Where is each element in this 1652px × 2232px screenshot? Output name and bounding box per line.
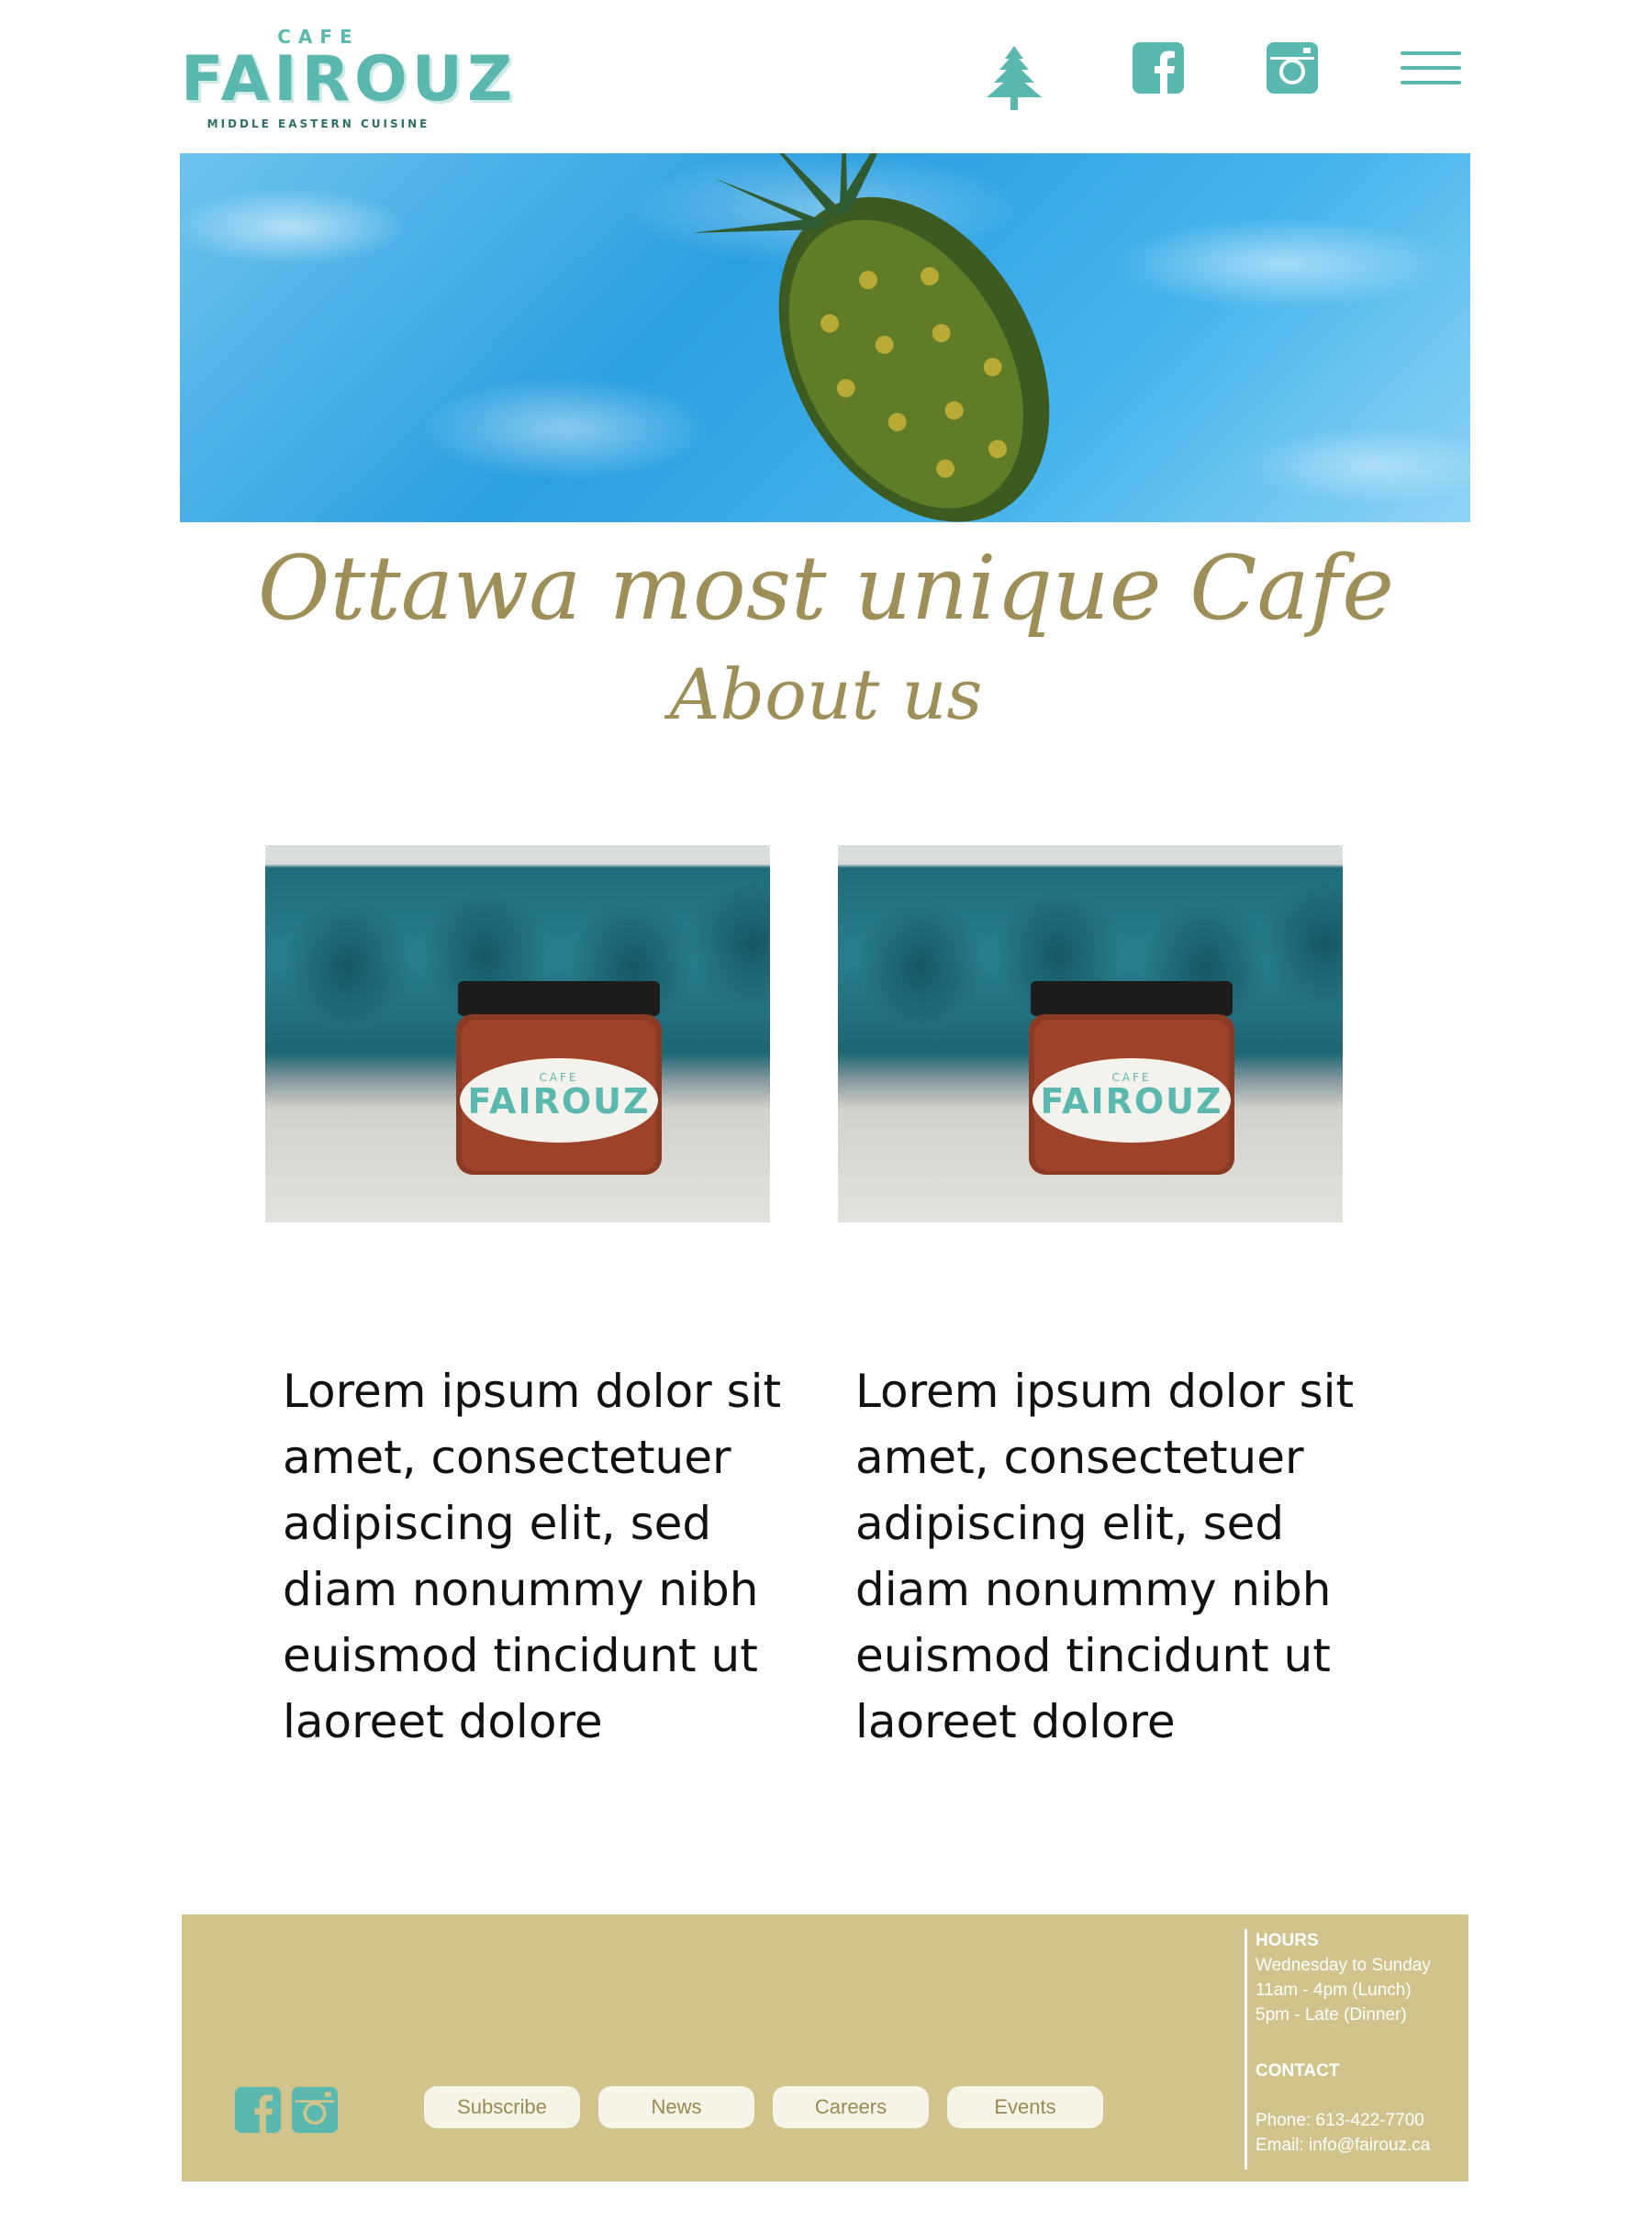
contact-phone: Phone: 613-422-7700 [1256, 2111, 1424, 2130]
hero-image [180, 153, 1470, 522]
facebook-icon[interactable] [1133, 42, 1202, 112]
events-button[interactable]: Events [947, 2086, 1103, 2128]
cedar-icon [979, 44, 1049, 114]
news-button[interactable]: News [598, 2086, 754, 2128]
footer-facebook-icon[interactable] [235, 2087, 281, 2133]
jar-photo: CAFE FAIROUZ [838, 845, 1343, 1222]
logo-name-text: FAIROUZ [181, 43, 518, 116]
hours-days: Wednesday to Sunday [1256, 1956, 1431, 1975]
contact-email[interactable]: Email: info@fairouz.ca [1256, 2133, 1430, 2158]
subscribe-button[interactable]: Subscribe [424, 2086, 580, 2128]
hamburger-menu-icon[interactable] [1401, 51, 1461, 88]
brand-logo[interactable]: CAFE FAIROUZ MIDDLE EASTERN CUISINE [181, 26, 518, 130]
page-title: Ottawa most unique Cafe [257, 537, 1395, 640]
section-subtitle: About us [669, 653, 983, 735]
about-text-right: Lorem ipsum dolor sit amet, consectetuer… [855, 1365, 1355, 1748]
contact-heading: CONTACT [1256, 2061, 1340, 2081]
jar-label: FAIROUZ [467, 1081, 650, 1122]
jar-label: FAIROUZ [1040, 1081, 1222, 1122]
hours-dinner: 5pm - Late (Dinner) [1256, 2005, 1407, 2025]
footer-divider [1245, 1929, 1247, 2170]
jar-photo: CAFE FAIROUZ [265, 845, 770, 1222]
hours-heading: HOURS [1256, 1931, 1319, 1950]
footer-instagram-icon[interactable] [292, 2087, 338, 2133]
logo-tagline: MIDDLE EASTERN CUISINE [206, 117, 430, 130]
instagram-icon[interactable] [1267, 42, 1336, 112]
hours-lunch: 11am - 4pm (Lunch) [1256, 1981, 1412, 2000]
about-text-left: Lorem ipsum dolor sit amet, consectetuer… [283, 1365, 782, 1748]
careers-button[interactable]: Careers [773, 2086, 929, 2128]
